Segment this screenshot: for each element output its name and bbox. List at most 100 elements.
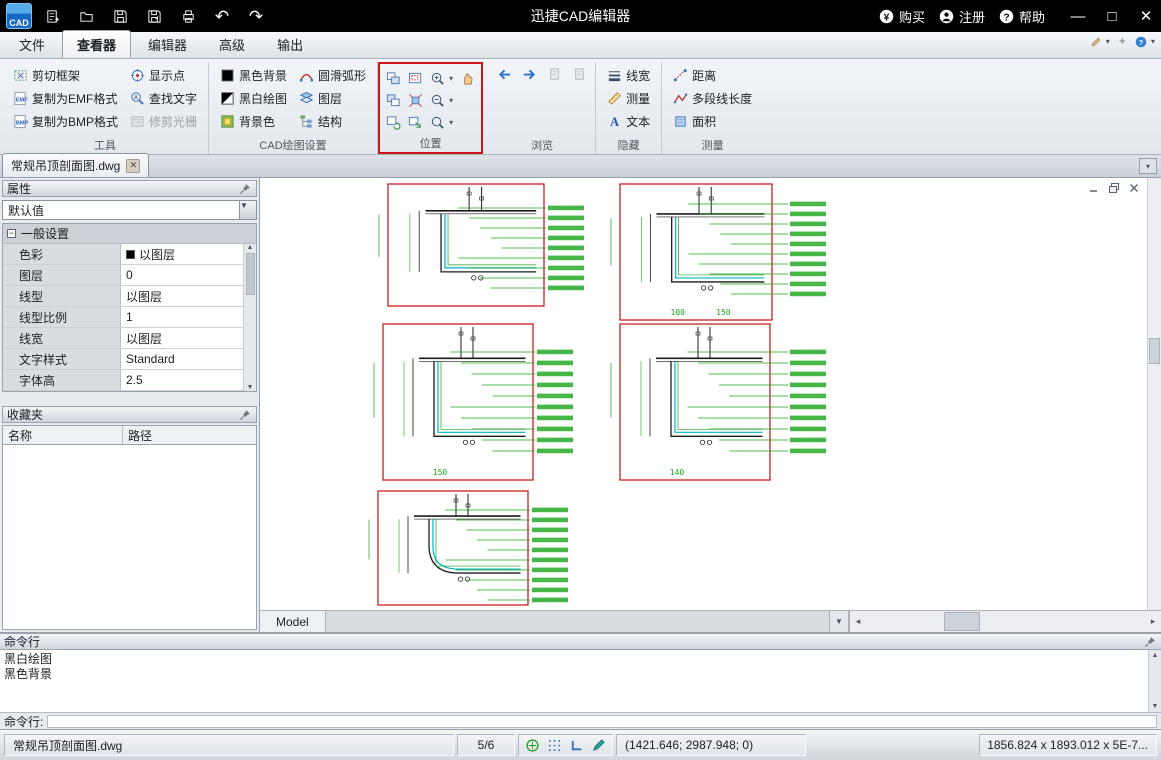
property-value[interactable]: 以图层 [121, 286, 243, 306]
window-close-button[interactable]: ✕ [1137, 7, 1155, 25]
pen-icon[interactable] [591, 738, 606, 753]
scroll-up-icon[interactable]: ▲ [247, 244, 254, 251]
next-page-button[interactable] [570, 64, 589, 84]
scroll-thumb[interactable] [245, 253, 255, 295]
property-value[interactable]: Standard [121, 349, 243, 369]
layers-button[interactable]: 图层 [294, 87, 371, 110]
zoom-in-button[interactable]: ▾ [428, 68, 455, 88]
refresh-view-button[interactable] [384, 112, 403, 132]
back-button[interactable] [495, 64, 514, 84]
measure-area-button[interactable]: 面积 [668, 110, 757, 133]
clip-frame-button[interactable]: 剪切框架 [8, 64, 123, 87]
zoom-scale-button[interactable]: ▾ [428, 112, 455, 132]
copy-bmp-button[interactable]: BMP 复制为BMP格式 [8, 110, 123, 133]
find-text-button[interactable]: A 查找文字 [125, 87, 202, 110]
redo-button[interactable]: ↷ [244, 4, 268, 28]
property-value[interactable]: 2.5 [121, 370, 243, 390]
snap-icon[interactable] [525, 738, 540, 753]
scroll-thumb[interactable] [1149, 338, 1160, 364]
tab-advanced[interactable]: 高级 [204, 30, 260, 58]
zoom-fit-button[interactable] [406, 90, 425, 110]
trim-raster-button[interactable]: 修剪光栅 [125, 110, 202, 133]
scroll-thumb[interactable] [944, 612, 981, 631]
scroll-up-icon[interactable]: ▲ [1152, 652, 1159, 659]
tab-output[interactable]: 输出 [262, 30, 318, 58]
property-value[interactable]: 以图层 [121, 244, 243, 264]
vertical-scrollbar[interactable] [1147, 178, 1161, 610]
register-button[interactable]: 注册 [939, 7, 985, 26]
buy-button[interactable]: ¥ 购买 [879, 7, 925, 26]
next-page-icon [575, 67, 584, 80]
pan-hand-button[interactable] [458, 68, 477, 88]
model-tab[interactable]: Model [260, 611, 326, 632]
document-close-button[interactable]: ✕ [126, 158, 141, 173]
zoom-window-button[interactable] [406, 68, 425, 88]
drawing-canvas[interactable]: 100 150 150 140 [260, 178, 1161, 610]
window-maximize-button[interactable]: □ [1103, 8, 1121, 25]
save-button[interactable] [108, 4, 132, 28]
bw-drawing-button[interactable]: 黑白绘图 [215, 87, 292, 110]
help-button[interactable]: ? 帮助 [999, 7, 1045, 26]
sheet-list-dropdown[interactable]: ▼ [829, 611, 849, 632]
copy-view-button[interactable] [384, 90, 403, 110]
favorites-pin-button[interactable] [238, 409, 252, 421]
child-restore-button[interactable] [1107, 182, 1121, 194]
forward-button[interactable] [520, 64, 539, 84]
measure-polyline-button[interactable]: 多段线长度 [668, 87, 757, 110]
measure-distance-button[interactable]: 距离 [668, 64, 757, 87]
child-minimize-button[interactable] [1087, 182, 1101, 194]
property-value[interactable]: 以图层 [121, 328, 243, 348]
black-background-button[interactable]: 黑色背景 [215, 64, 292, 87]
background-color-button[interactable]: 背景色 [215, 110, 292, 133]
zoom-out-button[interactable]: ▾ [428, 90, 455, 110]
undo-button[interactable]: ↶ [210, 4, 234, 28]
property-value[interactable]: 0 [121, 265, 243, 285]
scroll-down-icon[interactable]: ▼ [247, 384, 254, 391]
preset-select[interactable]: 默认值 ▼ [2, 200, 257, 220]
hide-measure-button[interactable]: 测量 [602, 87, 655, 110]
properties-pin-button[interactable] [238, 183, 252, 195]
hide-linewidth-button[interactable]: 线宽 [602, 64, 655, 87]
collapse-icon[interactable]: − [7, 229, 16, 238]
ortho-icon[interactable] [569, 738, 584, 753]
favorites-list[interactable] [2, 445, 257, 630]
smooth-arc-button[interactable]: 圆滑弧形 [294, 64, 371, 87]
property-grid-scrollbar[interactable]: ▲ ▼ [243, 244, 256, 391]
child-close-button[interactable] [1127, 182, 1141, 194]
copy-emf-button[interactable]: EMF 复制为EMF格式 [8, 87, 123, 110]
tab-editor[interactable]: 编辑器 [133, 30, 202, 58]
tab-file[interactable]: 文件 [4, 30, 60, 58]
favorites-column-name[interactable]: 名称 [3, 426, 123, 444]
open-file-button[interactable] [74, 4, 98, 28]
grid-icon[interactable] [547, 738, 562, 753]
scroll-right-icon[interactable]: ▸ [1145, 611, 1161, 632]
window-minimize-button[interactable]: — [1069, 8, 1087, 25]
horizontal-scrollbar[interactable]: ◂ ▸ [849, 611, 1161, 632]
scroll-left-icon[interactable]: ◂ [850, 611, 866, 632]
chevron-down-icon[interactable]: ▼ [239, 201, 256, 219]
command-scrollbar[interactable]: ▲ ▼ [1148, 650, 1161, 712]
save-as-button[interactable] [142, 4, 166, 28]
new-file-button[interactable] [40, 4, 64, 28]
print-button[interactable] [176, 4, 200, 28]
hide-text-button[interactable]: A 文本 [602, 110, 655, 133]
command-history[interactable]: 黑白绘图 黑色背景 ▲ ▼ [0, 650, 1161, 712]
property-value[interactable]: 1 [121, 307, 243, 327]
command-pin-button[interactable] [1143, 636, 1157, 648]
favorites-column-path[interactable]: 路径 [123, 426, 256, 444]
structure-button[interactable]: 结构 [294, 110, 371, 133]
show-points-button[interactable]: 显示点 [125, 64, 202, 87]
scroll-down-icon[interactable]: ▼ [1152, 703, 1159, 710]
restore-icon [1109, 183, 1119, 193]
previous-view-button[interactable] [406, 112, 425, 132]
ribbon-help-button[interactable]: ? ▾ [1135, 36, 1155, 48]
tab-viewer[interactable]: 查看器 [62, 30, 132, 58]
cad-drawing[interactable]: 100 150 150 140 [260, 178, 1146, 610]
property-section[interactable]: − 一般设置 [3, 224, 256, 244]
command-input[interactable] [47, 714, 1157, 728]
quick-style-button[interactable]: ▾ [1090, 36, 1110, 48]
pan-view-button[interactable] [384, 68, 403, 88]
previous-page-button[interactable] [545, 64, 564, 84]
document-tab[interactable]: 常规吊顶剖面图.dwg ✕ [2, 153, 150, 177]
document-list-dropdown[interactable]: ▾ [1139, 158, 1157, 174]
